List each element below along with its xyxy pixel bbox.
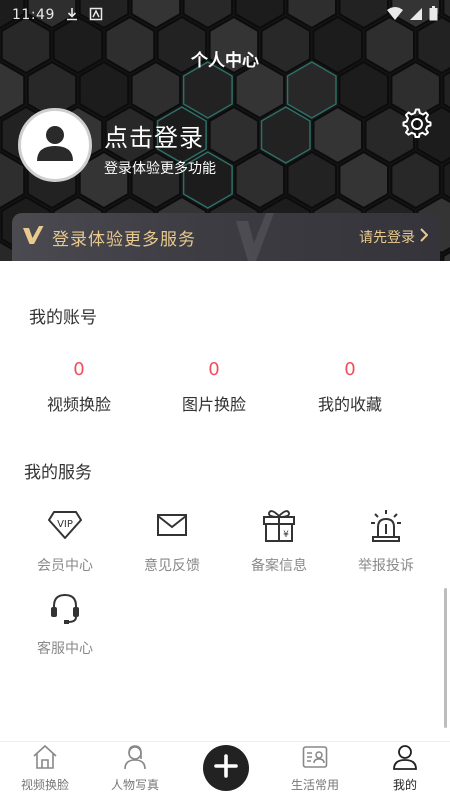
download-icon [65,6,79,25]
service-label: 意见反馈 [144,558,200,574]
services-section-title: 我的服务 [24,463,92,483]
account-section-title: 我的账号 [29,308,97,328]
plus-icon [214,754,238,782]
portrait-icon [122,744,148,770]
please-login-label: 请先登录 [359,230,415,246]
main-content: 我的账号 0 视频换脸 0 图片换脸 0 我的收藏 我的服务 VIP 会员中心 [0,261,450,741]
status-right [387,5,438,25]
service-label: 客服中心 [37,641,93,657]
gear-icon [401,108,433,144]
stat-image-faceswap[interactable]: 0 图片换脸 [149,357,279,415]
login-button[interactable]: 点击登录 [104,118,204,153]
status-left: 11:49 [12,6,103,25]
svg-text:¥: ¥ [283,530,289,540]
chevron-right-icon [419,228,429,246]
home-icon [32,744,58,770]
hexagon-tile [390,150,441,210]
nav-item-video-faceswap[interactable]: 视频换脸 [0,742,90,800]
gift-icon: ¥ [261,507,297,543]
nav-label: 生活常用 [290,778,339,792]
battery-icon [429,5,438,25]
nav-item-mine[interactable]: 我的 [360,742,450,800]
service-feedback[interactable]: 意见反馈 [122,507,222,575]
person-icon [392,744,418,770]
nav-label: 人物写真 [110,778,159,792]
hexagon-tile [208,105,260,165]
settings-button[interactable] [399,108,435,144]
vip-banner-text: 登录体验更多服务 [52,229,196,250]
profile-header: 11:49 个人中心 点击登录 登录体验更多功能 登录体验更多服务 请先登录 [0,0,450,262]
contact-card-icon [302,744,328,770]
mail-icon [154,507,190,543]
service-label: 会员中心 [37,558,93,574]
please-login-link[interactable]: 请先登录 [359,227,429,247]
stat-value: 0 [344,359,356,380]
hexagon-tile [260,106,311,164]
service-report[interactable]: 举报投诉 [336,507,436,575]
avatar[interactable] [18,108,92,182]
page-title: 个人中心 [191,51,259,71]
stat-value: 0 [208,359,220,380]
headset-icon [47,590,83,626]
vip-banner-left: 登录体验更多服务 [22,225,196,250]
stat-label: 我的收藏 [317,395,382,414]
nav-label: 视频换脸 [20,778,69,792]
service-label: 备案信息 [251,558,307,574]
vip-icon: VIP [47,507,83,543]
notification-icon [89,6,103,25]
login-subtitle: 登录体验更多功能 [104,161,216,177]
status-bar: 11:49 [0,0,450,30]
service-member-center[interactable]: VIP 会员中心 [15,507,115,575]
hexagon-tile [286,150,337,210]
nav-item-daily-life[interactable]: 生活常用 [270,742,360,800]
stat-favorites[interactable]: 0 我的收藏 [285,357,415,415]
user-avatar-icon [33,121,77,169]
hexagon-tile [312,105,363,165]
hexagon-tile [234,150,286,210]
signal-icon [409,6,423,25]
add-button[interactable] [203,745,249,791]
vip-v-icon [22,225,44,249]
vip-banner[interactable]: 登录体验更多服务 请先登录 [12,213,440,261]
stat-label: 图片换脸 [181,395,246,414]
account-stats: 0 视频换脸 0 图片换脸 0 我的收藏 [0,357,450,417]
alarm-icon [368,507,404,543]
wifi-icon [387,6,403,25]
stat-value: 0 [73,359,85,380]
status-time: 11:49 [12,7,55,23]
vip-watermark-icon [234,213,274,261]
service-filing-info[interactable]: ¥ 备案信息 [229,507,329,575]
stat-label: 视频换脸 [46,395,111,414]
nav-label: 我的 [392,778,417,792]
nav-item-portrait[interactable]: 人物写真 [90,742,180,800]
hexagon-tile [338,150,389,210]
scrollbar[interactable] [444,588,447,728]
service-label: 举报投诉 [358,558,414,574]
vip-badge-text: VIP [57,519,73,530]
service-customer-support[interactable]: 客服中心 [15,590,115,658]
stat-video-faceswap[interactable]: 0 视频换脸 [14,357,144,415]
